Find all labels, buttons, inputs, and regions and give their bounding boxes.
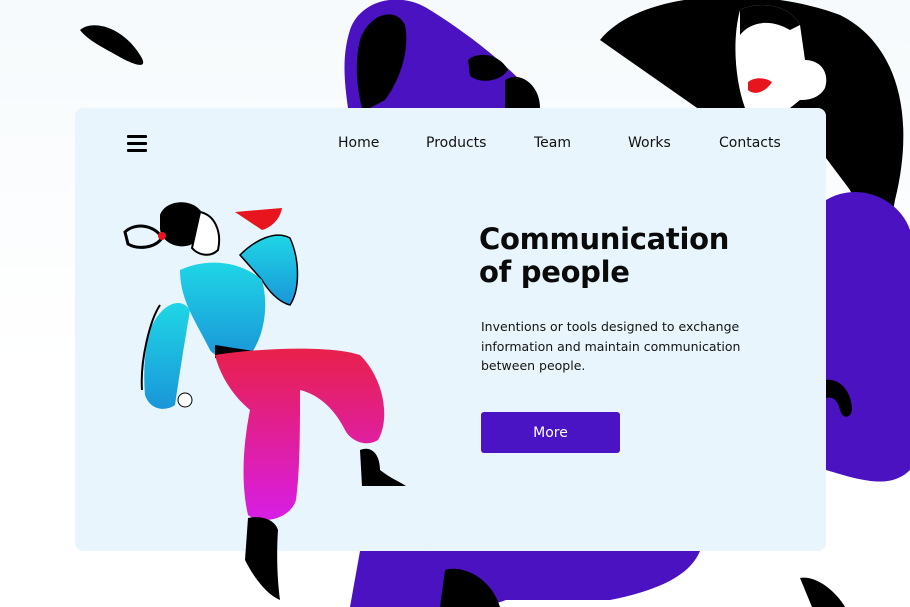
hero-title-line-2: of people — [479, 255, 630, 289]
more-button[interactable]: More — [481, 412, 620, 453]
body-shape — [826, 191, 910, 482]
hero-title: Communication of people — [479, 223, 779, 289]
landing-page-mockup: Home Products Team Works Contacts Commun… — [0, 0, 910, 607]
leaf-shape — [80, 25, 144, 65]
nav-item-products[interactable]: Products — [426, 135, 486, 151]
nav-item-contacts[interactable]: Contacts — [719, 135, 781, 151]
hero-description: Inventions or tools designed to exchange… — [481, 319, 741, 373]
nav-item-team[interactable]: Team — [534, 135, 571, 151]
hero-card: Home Products Team Works Contacts Commun… — [75, 108, 826, 551]
top-navigation: Home Products Team Works Contacts — [75, 135, 826, 155]
nav-item-works[interactable]: Works — [628, 135, 671, 151]
hero-title-line-1: Communication — [479, 222, 730, 256]
nav-item-home[interactable]: Home — [338, 135, 379, 151]
